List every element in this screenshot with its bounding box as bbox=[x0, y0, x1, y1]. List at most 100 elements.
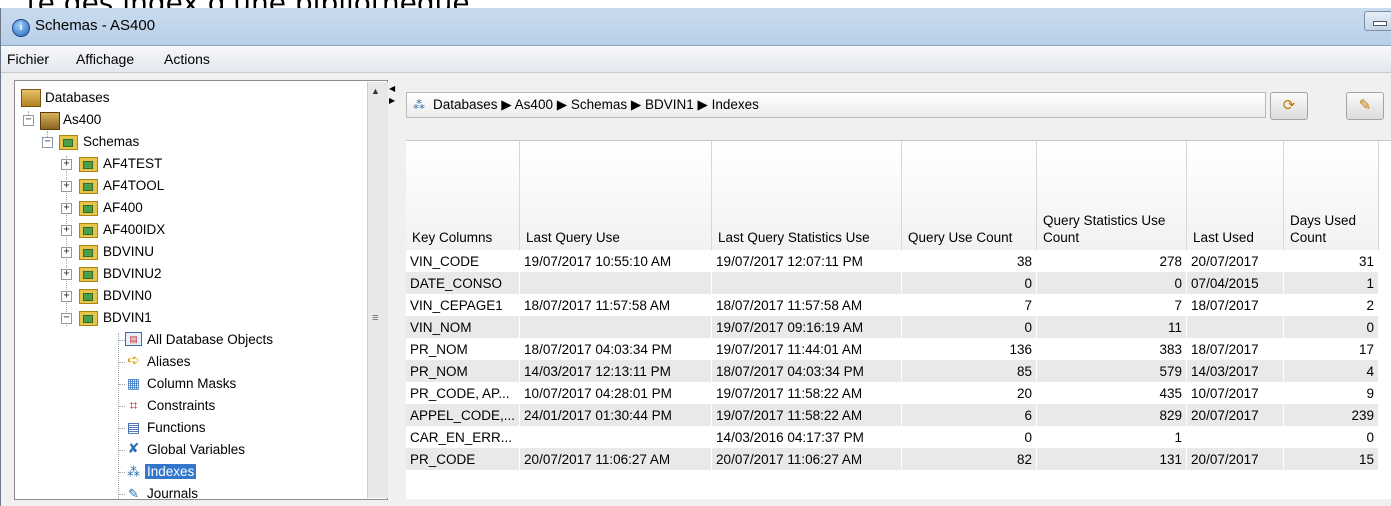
cell-key-columns: PR_CODE bbox=[406, 448, 521, 470]
cell-key-columns: APPEL_CODE,... bbox=[406, 404, 521, 426]
column-header-query-use-count[interactable]: Query Use Count bbox=[901, 141, 1038, 250]
cell-days-used-count: 9 bbox=[1283, 382, 1380, 404]
edit-icon: ✎ bbox=[1358, 97, 1372, 114]
app-icon: i bbox=[12, 19, 30, 37]
cell-last-query-use: 14/03/2017 12:13:11 PM bbox=[519, 360, 713, 382]
cell-query-stats-use-count: 0 bbox=[1036, 272, 1188, 294]
tree-item-label: Journals bbox=[147, 486, 199, 500]
cell-days-used-count: 239 bbox=[1283, 404, 1380, 426]
cell-last-query-use: 18/07/2017 04:03:34 PM bbox=[519, 338, 713, 360]
breadcrumb-path[interactable]: Databases ▶ As400 ▶ Schemas ▶ BDVIN1 ▶ I… bbox=[433, 97, 759, 113]
cell-last-used: 14/03/2017 bbox=[1186, 360, 1285, 382]
cell-query-stats-use-count: 1 bbox=[1036, 426, 1188, 448]
collapse-icon[interactable]: − bbox=[23, 115, 34, 126]
expand-right-icon[interactable]: ▶ bbox=[389, 96, 395, 105]
table-row[interactable]: DATE_CONSO 0 0 07/04/2015 1 bbox=[406, 272, 1380, 294]
global-variable-icon: ✘ bbox=[127, 440, 140, 456]
column-header-last-query-statistics-use[interactable]: Last Query Statistics Use bbox=[711, 141, 903, 250]
cell-key-columns: PR_CODE, AP... bbox=[406, 382, 521, 404]
table-row[interactable]: VIN_NOM 19/07/2017 09:16:19 AM 0 11 0 bbox=[406, 316, 1380, 338]
journal-icon: ✎ bbox=[128, 486, 139, 500]
title-bar: i Schemas - AS400 bbox=[1, 8, 1391, 46]
page-heading: ...te des index d'une bibliothèque bbox=[0, 0, 470, 19]
column-header-last-query-use[interactable]: Last Query Use bbox=[519, 141, 713, 250]
cell-last-query-stats-use: 19/07/2017 12:07:11 PM bbox=[711, 250, 903, 272]
cell-days-used-count: 2 bbox=[1283, 294, 1380, 316]
table-row[interactable]: PR_CODE 20/07/2017 11:06:27 AM 20/07/201… bbox=[406, 448, 1380, 470]
table-row[interactable]: PR_NOM 18/07/2017 04:03:34 PM 19/07/2017… bbox=[406, 338, 1380, 360]
menu-fichier[interactable]: Fichier bbox=[7, 51, 49, 67]
scroll-up-icon[interactable]: ▲ bbox=[371, 86, 380, 96]
tree-item-label: Constraints bbox=[147, 398, 216, 413]
collapse-left-icon[interactable]: ◀ bbox=[389, 84, 395, 93]
cell-last-used: 18/07/2017 bbox=[1186, 338, 1285, 360]
cell-query-use-count: 0 bbox=[901, 316, 1038, 338]
cell-days-used-count: 4 bbox=[1283, 360, 1380, 382]
scroll-grip-icon[interactable]: ≡ bbox=[372, 312, 378, 324]
tree-item-label: AF4TEST bbox=[103, 156, 163, 171]
tree-item-label: BDVIN0 bbox=[103, 288, 152, 303]
cell-key-columns: DATE_CONSO bbox=[406, 272, 521, 294]
schema-icon bbox=[79, 267, 98, 282]
schema-icon bbox=[79, 289, 98, 304]
column-header-days-used-count[interactable]: Days Used Count bbox=[1283, 141, 1380, 250]
tree-scrollbar[interactable]: ▲ ≡ bbox=[367, 82, 388, 498]
column-header-query-statistics-use-count[interactable]: Query Statistics Use Count bbox=[1036, 141, 1188, 250]
table-row[interactable]: CAR_EN_ERR... 14/03/2016 04:17:37 PM 0 1… bbox=[406, 426, 1380, 448]
collapse-icon[interactable]: − bbox=[42, 137, 53, 148]
cell-key-columns: CAR_EN_ERR... bbox=[406, 426, 521, 448]
cell-days-used-count: 0 bbox=[1283, 316, 1380, 338]
cell-query-use-count: 38 bbox=[901, 250, 1038, 272]
cell-last-query-stats-use: 19/07/2017 11:58:22 AM bbox=[711, 382, 903, 404]
refresh-button[interactable]: ⟳ bbox=[1270, 92, 1308, 120]
cell-last-used bbox=[1186, 426, 1285, 448]
minimize-button[interactable] bbox=[1364, 11, 1391, 31]
indexes-grid: Key Columns Last Query Use Last Query St… bbox=[406, 141, 1380, 470]
table-row[interactable]: VIN_CEPAGE1 18/07/2017 11:57:58 AM 18/07… bbox=[406, 294, 1380, 316]
cell-query-stats-use-count: 278 bbox=[1036, 250, 1188, 272]
column-header-last-used[interactable]: Last Used bbox=[1186, 141, 1285, 250]
cell-last-query-use: 18/07/2017 11:57:58 AM bbox=[519, 294, 713, 316]
cell-last-query-use: 19/07/2017 10:55:10 AM bbox=[519, 250, 713, 272]
cell-key-columns: VIN_NOM bbox=[406, 316, 521, 338]
menu-actions[interactable]: Actions bbox=[164, 51, 210, 67]
collapse-icon[interactable]: − bbox=[61, 313, 72, 324]
tree-item-label: Functions bbox=[147, 420, 206, 435]
expand-icon[interactable]: + bbox=[61, 291, 72, 302]
menu-affichage[interactable]: Affichage bbox=[76, 51, 134, 67]
cell-last-used bbox=[1186, 316, 1285, 338]
pane-splitter[interactable]: ◀ ▶ bbox=[388, 80, 398, 498]
cell-last-query-stats-use: 19/07/2017 11:44:01 AM bbox=[711, 338, 903, 360]
cell-last-query-use: 10/07/2017 04:28:01 PM bbox=[519, 382, 713, 404]
expand-icon[interactable]: + bbox=[61, 269, 72, 280]
cell-last-used: 20/07/2017 bbox=[1186, 404, 1285, 426]
table-row[interactable]: PR_NOM 14/03/2017 12:13:11 PM 18/07/2017… bbox=[406, 360, 1380, 382]
schema-icon bbox=[79, 201, 98, 216]
tree-item-label: AF4TOOL bbox=[103, 178, 165, 193]
expand-icon[interactable]: + bbox=[61, 225, 72, 236]
cell-key-columns: VIN_CEPAGE1 bbox=[406, 294, 521, 316]
table-row[interactable]: APPEL_CODE,... 24/01/2017 01:30:44 PM 19… bbox=[406, 404, 1380, 426]
cell-query-use-count: 85 bbox=[901, 360, 1038, 382]
table-row[interactable]: VIN_CODE 19/07/2017 10:55:10 AM 19/07/20… bbox=[406, 250, 1380, 272]
tree-item-label: Global Variables bbox=[147, 442, 246, 457]
column-header-key-columns[interactable]: Key Columns bbox=[406, 141, 521, 250]
cell-last-used: 20/07/2017 bbox=[1186, 250, 1285, 272]
cell-days-used-count: 0 bbox=[1283, 426, 1380, 448]
cell-query-use-count: 6 bbox=[901, 404, 1038, 426]
expand-icon[interactable]: + bbox=[61, 181, 72, 192]
cell-last-query-stats-use: 19/07/2017 11:58:22 AM bbox=[711, 404, 903, 426]
expand-icon[interactable]: + bbox=[61, 159, 72, 170]
expand-icon[interactable]: + bbox=[61, 247, 72, 258]
cell-last-query-use bbox=[519, 426, 713, 448]
cell-query-use-count: 0 bbox=[901, 426, 1038, 448]
expand-icon[interactable]: + bbox=[61, 203, 72, 214]
edit-button[interactable]: ✎ bbox=[1346, 92, 1384, 120]
all-objects-icon: ▤ bbox=[125, 332, 142, 346]
tree-item-label: Schemas bbox=[83, 134, 140, 149]
tree-item-label: AF400 bbox=[103, 200, 143, 215]
cell-query-stats-use-count: 829 bbox=[1036, 404, 1188, 426]
cell-last-used: 10/07/2017 bbox=[1186, 382, 1285, 404]
window-title: Schemas - AS400 bbox=[35, 17, 156, 34]
table-row[interactable]: PR_CODE, AP... 10/07/2017 04:28:01 PM 19… bbox=[406, 382, 1380, 404]
